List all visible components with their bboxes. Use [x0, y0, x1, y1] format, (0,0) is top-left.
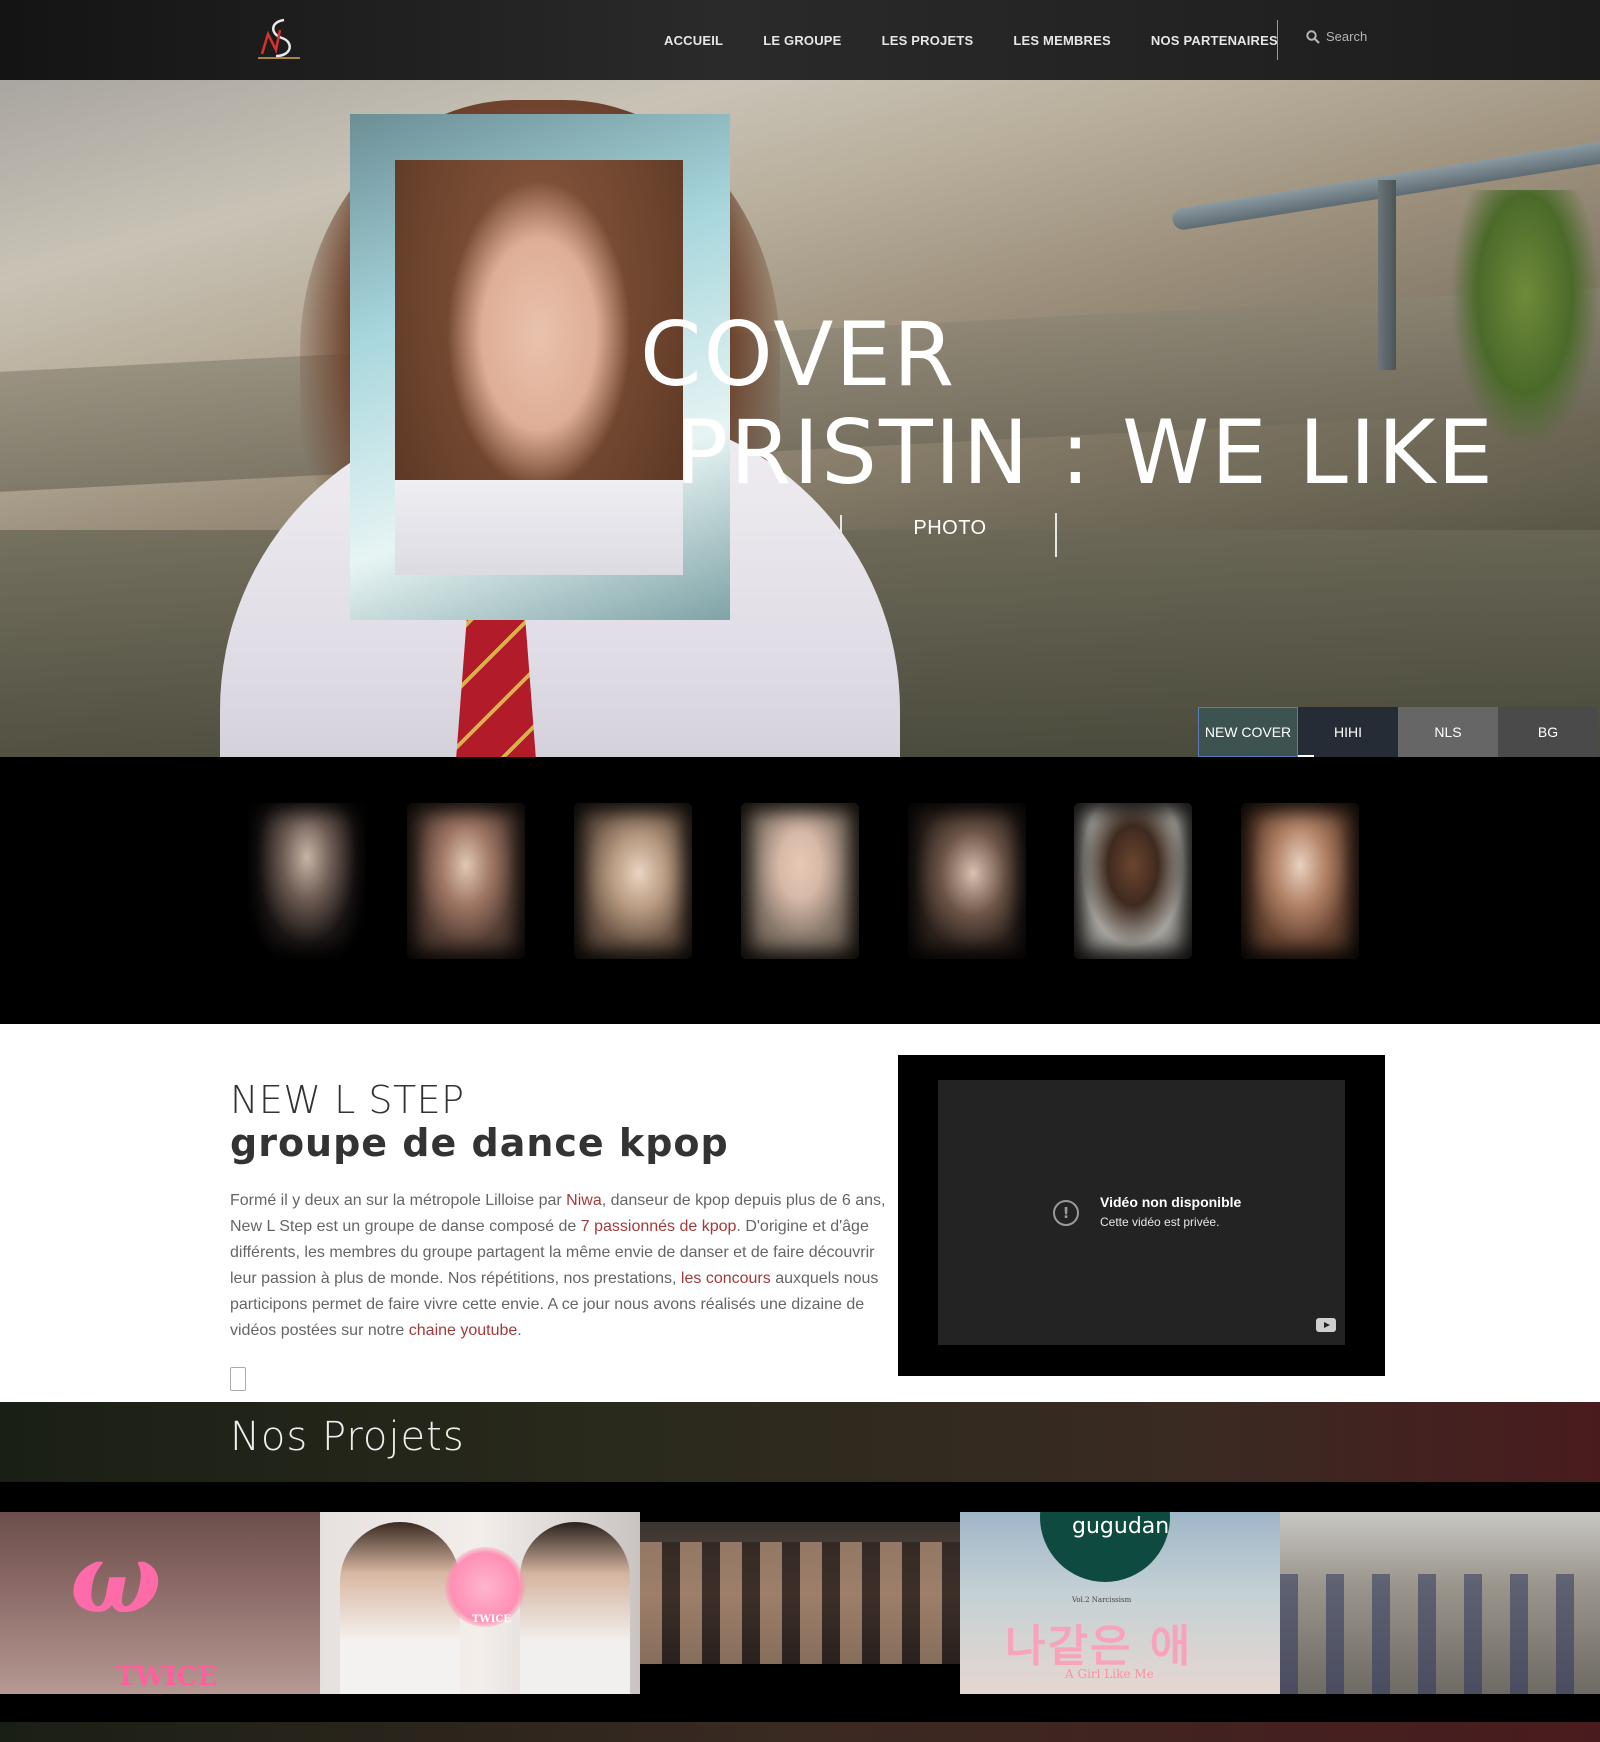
- project-thumbnail[interactable]: TWICE: [320, 1512, 640, 1694]
- about-text-segment: Formé il y deux an sur la métropole Lill…: [230, 1192, 567, 1209]
- nav-les-projets[interactable]: LES PROJETS: [882, 33, 974, 48]
- tab-bg[interactable]: BG: [1498, 707, 1598, 757]
- nav-divider: [1277, 20, 1278, 60]
- slider-tabs: NEW COVER HIHI NLS BG: [1198, 707, 1598, 757]
- member-photo[interactable]: [1241, 803, 1359, 959]
- thumb-crowd: [640, 1542, 960, 1664]
- projects-gallery: ω TWICE TWICE gugudan Vol.2 Narcissism 나…: [0, 1482, 1600, 1742]
- main-menu: ACCUEIL LE GROUPE LES PROJETS LES MEMBRE…: [664, 0, 1318, 80]
- member-photo[interactable]: [574, 803, 692, 959]
- gugudan-song-title: 나같은 애: [1005, 1621, 1193, 1672]
- about-title: NEW L STEP: [230, 1078, 465, 1122]
- hero-category[interactable]: PHOTO: [870, 517, 1030, 540]
- project-thumbnail[interactable]: gugudan Vol.2 Narcissism 나같은 애 A Girl Li…: [960, 1512, 1280, 1694]
- nav-le-groupe[interactable]: LE GROUPE: [763, 33, 841, 48]
- member-photo[interactable]: [1074, 803, 1192, 959]
- member-photo[interactable]: [908, 803, 1026, 959]
- twice-wordmark: TWICE: [116, 1662, 218, 1692]
- projects-header: Nos Projets: [0, 1402, 1600, 1482]
- member-photo[interactable]: [407, 803, 525, 959]
- hero-title: COVER PRISTIN : WE LIKE: [640, 306, 1495, 502]
- hero-title-line2: PRISTIN : WE LIKE: [675, 401, 1496, 504]
- gugudan-logo: gugudan: [1072, 1514, 1170, 1539]
- gugudan-song-subtitle: A Girl Like Me: [1065, 1667, 1154, 1681]
- project-thumbnail[interactable]: [640, 1522, 960, 1664]
- link-niwa[interactable]: Niwa: [566, 1192, 602, 1209]
- about-paragraph: Formé il y deux an sur la métropole Lill…: [230, 1188, 886, 1344]
- about-text-segment: .: [517, 1322, 522, 1339]
- hero-category-divider: [840, 515, 842, 537]
- alert-circle-icon: !: [1053, 1200, 1079, 1226]
- project-thumbnail[interactable]: [1280, 1512, 1600, 1694]
- tab-hihi[interactable]: HIHI: [1298, 707, 1398, 757]
- search-input[interactable]: [1326, 29, 1416, 44]
- gugudan-album: Vol.2 Narcissism: [1072, 1596, 1132, 1604]
- about-section: NEW L STEP groupe de dance kpop Formé il…: [0, 1024, 1600, 1402]
- thumb-dancers: [1280, 1574, 1600, 1694]
- twice-logo: ω: [70, 1522, 162, 1635]
- member-photo[interactable]: [741, 803, 859, 959]
- project-thumbnail[interactable]: ω TWICE: [0, 1512, 320, 1694]
- search-icon[interactable]: [1306, 29, 1320, 44]
- projects-title: Nos Projets: [230, 1414, 465, 1460]
- link-members[interactable]: 7 passionnés de kpop: [581, 1218, 737, 1235]
- logo[interactable]: [254, 16, 304, 62]
- video-embed[interactable]: ! Vidéo non disponible Cette vidéo est p…: [898, 1055, 1385, 1376]
- video-player[interactable]: ! Vidéo non disponible Cette vidéo est p…: [938, 1080, 1345, 1345]
- nav-nos-partenaires[interactable]: NOS PARTENAIRES: [1151, 33, 1278, 48]
- footer-bar: [0, 1722, 1600, 1742]
- checkbox[interactable]: [230, 1367, 246, 1391]
- thumb-person: [340, 1522, 460, 1694]
- hero-category-divider: [1055, 513, 1057, 557]
- video-unavailable-subtitle: Cette vidéo est privée.: [1100, 1215, 1220, 1229]
- members-strip: [0, 757, 1600, 1024]
- hero-slider: COVER PRISTIN : WE LIKE PHOTO: [0, 80, 1600, 757]
- hero-title-line1: COVER: [640, 303, 957, 406]
- link-concours[interactable]: les concours: [681, 1270, 771, 1287]
- link-youtube-channel[interactable]: chaine youtube: [409, 1322, 518, 1339]
- youtube-icon[interactable]: [1316, 1318, 1336, 1332]
- tab-nls[interactable]: NLS: [1398, 707, 1498, 757]
- twice-wordmark: TWICE: [472, 1614, 511, 1625]
- member-photo[interactable]: [248, 803, 366, 959]
- tab-new-cover[interactable]: NEW COVER: [1198, 707, 1298, 757]
- search-box: [1306, 29, 1416, 44]
- about-subtitle: groupe de dance kpop: [230, 1121, 729, 1165]
- thumb-person: [520, 1522, 630, 1694]
- video-unavailable-title: Vidéo non disponible: [1100, 1194, 1242, 1210]
- top-navbar: ACCUEIL LE GROUPE LES PROJETS LES MEMBRE…: [0, 0, 1600, 80]
- nav-les-membres[interactable]: LES MEMBRES: [1013, 33, 1111, 48]
- nav-accueil[interactable]: ACCUEIL: [664, 33, 723, 48]
